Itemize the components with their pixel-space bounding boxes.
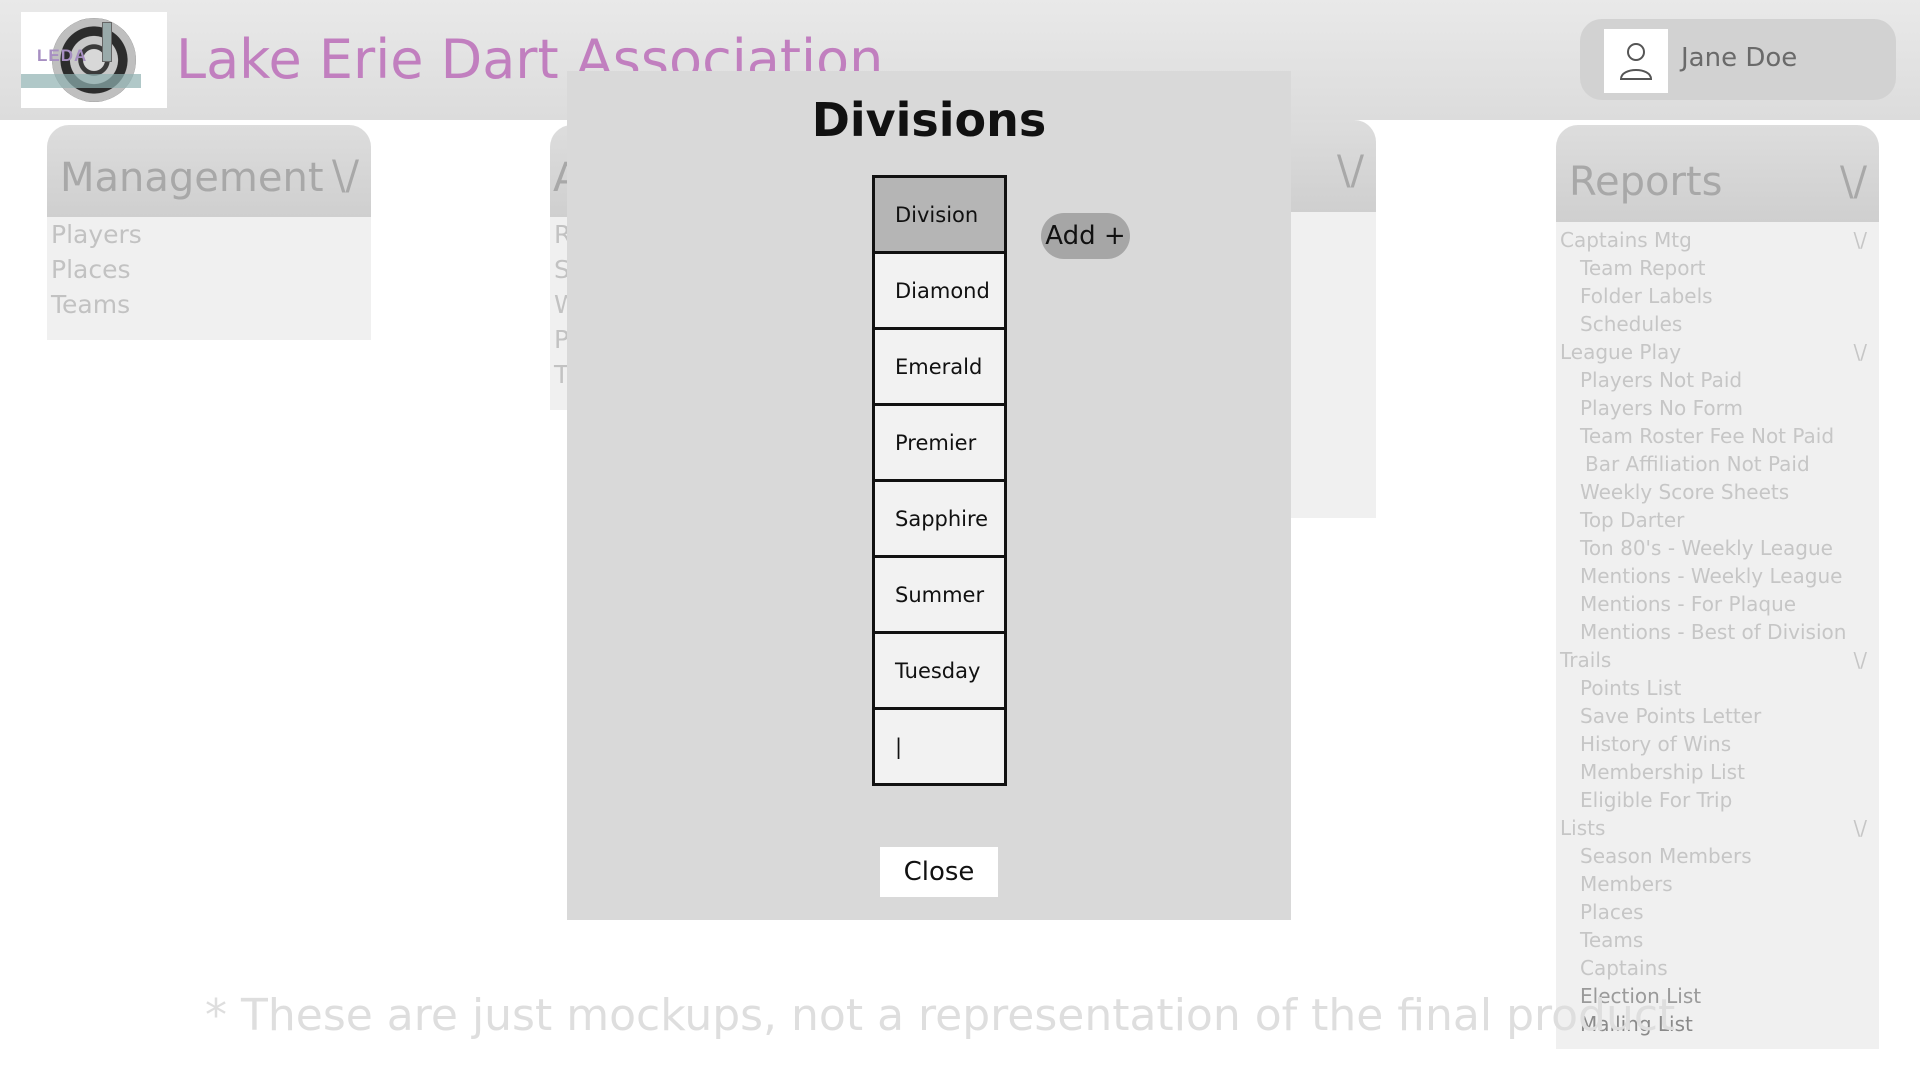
report-item[interactable]: Places (1556, 898, 1879, 926)
report-item[interactable]: Schedules (1556, 310, 1879, 338)
report-item[interactable]: Players No Form (1556, 394, 1879, 422)
reports-menu: Captains Mtg \/ Team Report Folder Labels… (1556, 222, 1879, 1049)
divisions-modal: Divisions Division Diamond Emerald Premi… (567, 71, 1291, 920)
report-group-league-play[interactable]: League Play \/ (1556, 338, 1879, 366)
new-division-input[interactable]: | (872, 707, 1007, 786)
modal-title: Divisions (811, 93, 1047, 147)
chevron-down-icon[interactable]: \/ (1337, 148, 1364, 194)
report-item[interactable]: Mentions - For Plaque (1556, 590, 1879, 618)
report-item[interactable]: Mentions - Weekly League (1556, 562, 1879, 590)
user-menu[interactable]: Jane Doe (1580, 19, 1896, 100)
report-item[interactable]: History of Wins (1556, 730, 1879, 758)
management-panel: Management \/ Players Places Teams (47, 125, 371, 340)
division-row-emerald[interactable]: Emerald (872, 327, 1007, 406)
hidden-panel-3-menu (1291, 212, 1376, 518)
chevron-down-icon[interactable]: \/ (1854, 646, 1867, 674)
report-item[interactable]: Team Roster Fee Not Paid (1556, 422, 1879, 450)
report-item[interactable]: Players Not Paid (1556, 366, 1879, 394)
division-row-diamond[interactable]: Diamond (872, 251, 1007, 330)
leda-logo[interactable]: LEDA (21, 12, 167, 108)
add-division-button[interactable]: Add + (1041, 213, 1130, 259)
report-item[interactable]: Folder Labels (1556, 282, 1879, 310)
report-item[interactable]: Members (1556, 870, 1879, 898)
report-item[interactable]: Bar Affiliation Not Paid (1556, 450, 1879, 478)
management-title: Management (60, 155, 324, 201)
chevron-down-icon[interactable]: \/ (1840, 159, 1867, 205)
mockup-disclaimer: * These are just mockups, not a represen… (205, 990, 1676, 1041)
logo-text: LEDA (37, 46, 88, 65)
chevron-down-icon[interactable]: \/ (332, 153, 359, 199)
chevron-down-icon[interactable]: \/ (1854, 226, 1867, 254)
division-row-premier[interactable]: Premier (872, 403, 1007, 482)
report-item[interactable]: Points List (1556, 674, 1879, 702)
division-row-sapphire[interactable]: Sapphire (872, 479, 1007, 558)
menu-item-players[interactable]: Players (47, 217, 371, 252)
report-item[interactable]: Teams (1556, 926, 1879, 954)
reports-header[interactable]: Reports \/ (1556, 125, 1879, 222)
menu-item-teams[interactable]: Teams (47, 287, 371, 322)
lighthouse-icon (102, 22, 112, 62)
division-row-tuesday[interactable]: Tuesday (872, 631, 1007, 710)
report-item[interactable]: Top Darter (1556, 506, 1879, 534)
user-name: Jane Doe (1681, 43, 1798, 73)
report-item[interactable]: Weekly Score Sheets (1556, 478, 1879, 506)
management-header[interactable]: Management \/ (47, 125, 371, 217)
chevron-down-icon[interactable]: \/ (1854, 814, 1867, 842)
divisions-table: Division Diamond Emerald Premier Sapphir… (872, 175, 1007, 786)
close-button[interactable]: Close (880, 847, 998, 897)
menu-item-places[interactable]: Places (47, 252, 371, 287)
report-group-lists[interactable]: Lists \/ (1556, 814, 1879, 842)
report-item[interactable]: Eligible For Trip (1556, 786, 1879, 814)
reports-panel: Reports \/ Captains Mtg \/ Team Report Fo… (1556, 125, 1879, 1049)
report-item[interactable]: Ton 80's - Weekly League (1556, 534, 1879, 562)
reports-title: Reports (1569, 159, 1723, 205)
report-item[interactable]: Team Report (1556, 254, 1879, 282)
management-menu: Players Places Teams (47, 217, 371, 340)
logo-water (21, 74, 141, 88)
report-group-trails[interactable]: Trails \/ (1556, 646, 1879, 674)
column-header: Division (872, 175, 1007, 254)
report-group-captains-mtg[interactable]: Captains Mtg \/ (1556, 226, 1879, 254)
division-row-summer[interactable]: Summer (872, 555, 1007, 634)
hidden-panel-3-header[interactable]: \/ (1291, 120, 1376, 212)
report-item[interactable]: Save Points Letter (1556, 702, 1879, 730)
report-item[interactable]: Captains (1556, 954, 1879, 982)
report-item[interactable]: Membership List (1556, 758, 1879, 786)
chevron-down-icon[interactable]: \/ (1854, 338, 1867, 366)
hidden-panel-3: \/ (1291, 120, 1376, 518)
report-item[interactable]: Mentions - Best of Division (1556, 618, 1879, 646)
user-icon (1604, 29, 1668, 93)
report-item[interactable]: Season Members (1556, 842, 1879, 870)
